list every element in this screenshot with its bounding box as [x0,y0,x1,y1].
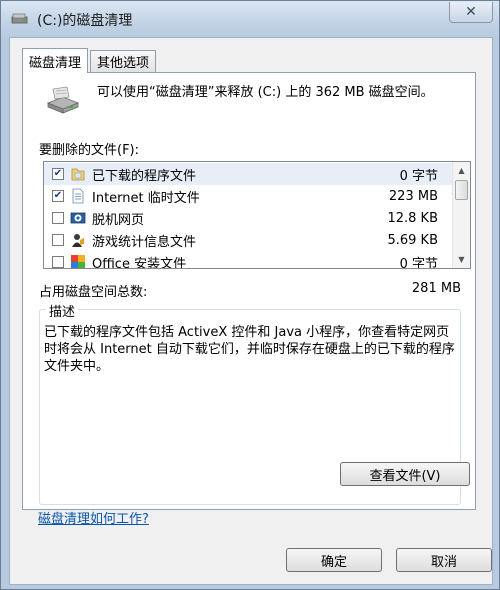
files-listbox[interactable]: ✔ 已下载的程序文件 0 字节 ✔ Internet 临时文件 223 MB 脱… [43,161,471,269]
window-title: (C:)的磁盘清理 [37,13,133,29]
tab-disk-cleanup[interactable]: 磁盘清理 [22,48,89,73]
disk-cleanup-icon [46,86,80,114]
disk-cleanup-title-icon [11,13,28,24]
file-size: 223 MB [388,188,438,204]
scroll-up-icon[interactable]: ▲ [453,162,470,179]
description-group: 描述 已下载的程序文件包括 ActiveX 控件和 Java 小程序，你查看特定… [39,301,470,505]
file-size: 5.69 KB [387,232,438,248]
list-item[interactable]: ✔ 已下载的程序文件 0 字节 [44,163,452,185]
list-item[interactable]: ✔ Internet 临时文件 223 MB [44,185,452,207]
game-stats-icon [72,234,84,247]
checkbox[interactable] [52,234,64,246]
list-scrollbar[interactable]: ▲ ▼ [452,162,470,268]
file-name: 已下载的程序文件 [92,168,197,184]
checkbox[interactable] [52,256,64,268]
list-item[interactable]: 游戏统计信息文件 5.69 KB [44,229,452,251]
disk-cleanup-panel: 可以使用“磁盘清理”来释放 (C:) 上的 362 MB 磁盘空间。 要删除的文… [22,72,476,510]
file-name: Internet 临时文件 [92,190,200,206]
list-item[interactable]: 脱机网页 12.8 KB [44,207,452,229]
ok-button[interactable]: 确定 [286,548,382,572]
close-icon: ✕ [465,4,477,20]
disk-cleanup-window: (C:)的磁盘清理 ✕ 磁盘清理 其他选项 可以使用“磁盘清理”来释放 (C:)… [0,0,500,590]
scroll-down-icon[interactable]: ▼ [453,251,470,268]
title-bar[interactable]: (C:)的磁盘清理 ✕ [1,1,499,37]
file-name: 游戏统计信息文件 [92,234,197,250]
checkbox[interactable]: ✔ [52,190,64,202]
description-title: 描述 [46,301,79,320]
file-size: 0 字节 [399,168,438,184]
close-button[interactable]: ✕ [449,2,493,23]
file-name: Office 安装文件 [92,256,187,269]
file-name: 脱机网页 [92,212,145,228]
list-item[interactable]: Office 安装文件 0 字节 [44,251,452,269]
checkbox[interactable]: ✔ [52,168,64,180]
help-link[interactable]: 磁盘清理如何工作? [38,508,149,527]
document-icon [72,188,84,204]
tab-more-options[interactable]: 其他选项 [90,50,157,72]
file-size: 12.8 KB [387,210,438,226]
total-space-value: 281 MB [411,281,461,296]
files-to-delete-label: 要删除的文件(F): [39,143,140,158]
description-text: 已下载的程序文件包括 ActiveX 控件和 Java 小程序，你查看特定网页时… [44,325,455,374]
total-space-label: 占用磁盘空间总数: [39,285,148,300]
scroll-thumb[interactable] [455,180,468,200]
office-setup-icon [71,255,85,268]
info-text: 可以使用“磁盘清理”来释放 (C:) 上的 362 MB 磁盘空间。 [97,85,434,100]
view-files-button[interactable]: 查看文件(V) [340,462,470,486]
dialog-client-area: 磁盘清理 其他选项 可以使用“磁盘清理”来释放 (C:) 上的 362 MB 磁… [9,37,493,585]
offline-web-icon [70,212,86,224]
checkbox[interactable] [52,212,64,224]
tab-strip: 磁盘清理 其他选项 [22,48,158,73]
folder-icon [71,168,85,181]
cancel-button[interactable]: 取消 [396,548,492,572]
file-size: 0 字节 [399,256,438,269]
